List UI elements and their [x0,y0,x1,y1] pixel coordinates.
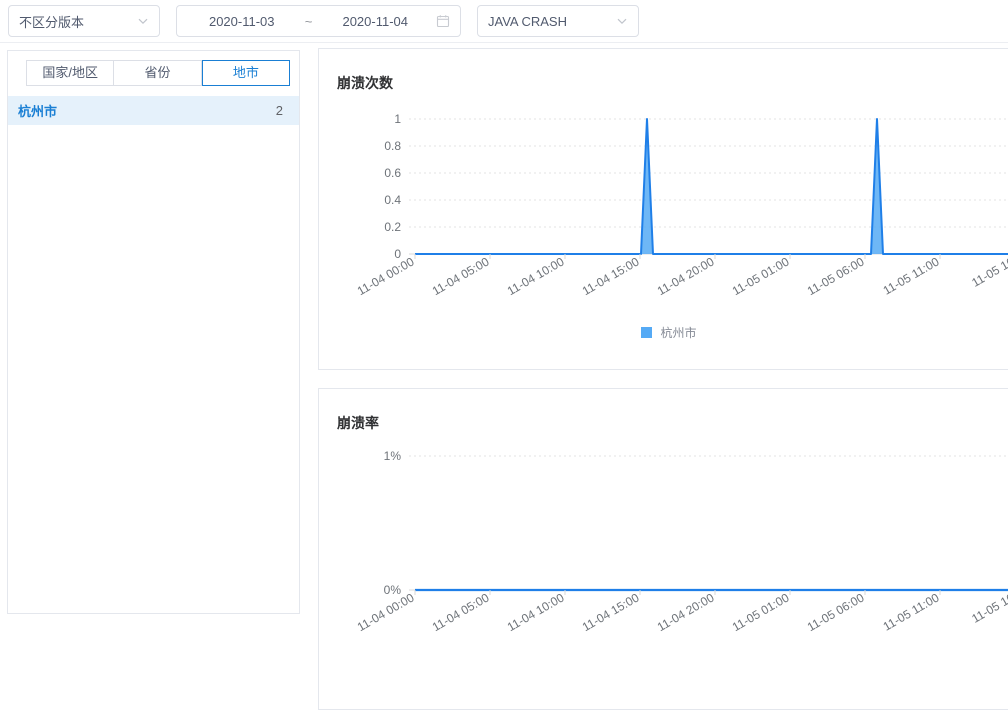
calendar-icon [436,14,450,28]
crash-rate-svg: 1% 0% 11-04 00:00 11-04 05:00 11-04 10:0… [355,449,1008,634]
x-tick-labels: 11-04 00:00 11-04 05:00 11-04 10:00 11-0… [355,254,1008,298]
tab-province[interactable]: 省份 [114,60,202,86]
svg-text:11-05 06:00: 11-05 06:00 [805,590,867,634]
svg-text:1%: 1% [384,449,402,463]
legend-square-icon [641,327,653,338]
svg-text:11-05 01:00: 11-05 01:00 [730,254,792,298]
series-line-hangzhou [415,118,1008,255]
crash-count-chart: 1 0.8 0.6 0.4 0.2 0 11-04 00:00 11-04 05… [319,49,1008,371]
filter-bar: 不区分版本 2020-11-03 ~ 2020-11-04 JAVA CRASH [0,0,1008,42]
svg-text:11-04 10:00: 11-04 10:00 [505,254,567,298]
svg-text:11-04 20:00: 11-04 20:00 [655,254,717,298]
region-panel: 国家/地区 省份 地市 杭州市 2 [7,50,300,614]
date-range-start[interactable]: 2020-11-03 [187,14,297,29]
y-tick-labels: 1% 0% [384,449,402,597]
svg-text:0.6: 0.6 [384,166,401,180]
legend-label[interactable]: 杭州市 [660,324,696,341]
date-range-end[interactable]: 2020-11-04 [321,14,431,29]
tab-city[interactable]: 地市 [201,60,290,86]
svg-text:0%: 0% [384,583,402,597]
version-select[interactable]: 不区分版本 [8,5,160,37]
crash-analytics-page: 不区分版本 2020-11-03 ~ 2020-11-04 JAVA CRASH [0,0,1008,714]
svg-text:11-04 15:00: 11-04 15:00 [580,254,642,298]
version-select-value: 不区分版本 [19,14,85,30]
svg-text:11-05 01:00: 11-05 01:00 [730,590,792,634]
svg-text:11-05 16: 11-05 16 [969,254,1008,290]
svg-text:11-04 05:00: 11-04 05:00 [430,590,492,634]
date-range-separator: ~ [304,13,313,29]
crash-rate-chart: 1% 0% 11-04 00:00 11-04 05:00 11-04 10:0… [319,389,1008,711]
crash-count-svg: 1 0.8 0.6 0.4 0.2 0 11-04 00:00 11-04 05… [355,112,1008,298]
svg-text:11-04 00:00: 11-04 00:00 [355,254,417,298]
list-item-count: 2 [275,103,283,118]
svg-text:11-05 16: 11-05 16 [969,590,1008,626]
crash-count-card: 崩溃次数 1 0.8 0.6 0.4 0.2 0 11-04 00:00 11-… [318,48,1008,370]
crash-count-legend: 杭州市 [319,324,1008,341]
gridlines [409,118,1008,228]
date-range-picker[interactable]: 2020-11-03 ~ 2020-11-04 [176,5,461,37]
svg-text:11-05 11:00: 11-05 11:00 [881,590,942,633]
svg-text:11-04 15:00: 11-04 15:00 [580,590,642,634]
header-divider [0,42,1008,43]
chevron-down-icon [616,15,628,27]
region-list: 杭州市 2 [8,96,299,125]
svg-text:11-04 20:00: 11-04 20:00 [655,590,717,634]
x-tick-labels: 11-04 00:00 11-04 05:00 11-04 10:00 11-0… [355,590,1008,634]
svg-text:0.2: 0.2 [384,220,401,234]
svg-text:0.4: 0.4 [384,193,401,207]
svg-text:11-04 10:00: 11-04 10:00 [505,590,567,634]
svg-text:11-05 06:00: 11-05 06:00 [805,254,867,298]
crash-type-select-value: JAVA CRASH [488,13,567,29]
tab-country-region[interactable]: 国家/地区 [26,60,115,86]
y-tick-labels: 1 0.8 0.6 0.4 0.2 0 [384,112,401,261]
svg-text:11-05 11:00: 11-05 11:00 [881,254,942,297]
crash-type-select[interactable]: JAVA CRASH [477,5,639,37]
chevron-down-icon [137,15,149,27]
list-item-name: 杭州市 [18,104,58,119]
region-tabs: 国家/地区 省份 地市 [26,60,290,86]
svg-text:0.8: 0.8 [384,139,401,153]
svg-text:1: 1 [394,112,401,126]
list-item[interactable]: 杭州市 2 [8,96,299,125]
series-area-hangzhou [415,119,1008,254]
crash-rate-card: 崩溃率 1% 0% 11-04 00:00 11-04 05:00 11-04 … [318,388,1008,710]
svg-text:11-04 05:00: 11-04 05:00 [430,254,492,298]
